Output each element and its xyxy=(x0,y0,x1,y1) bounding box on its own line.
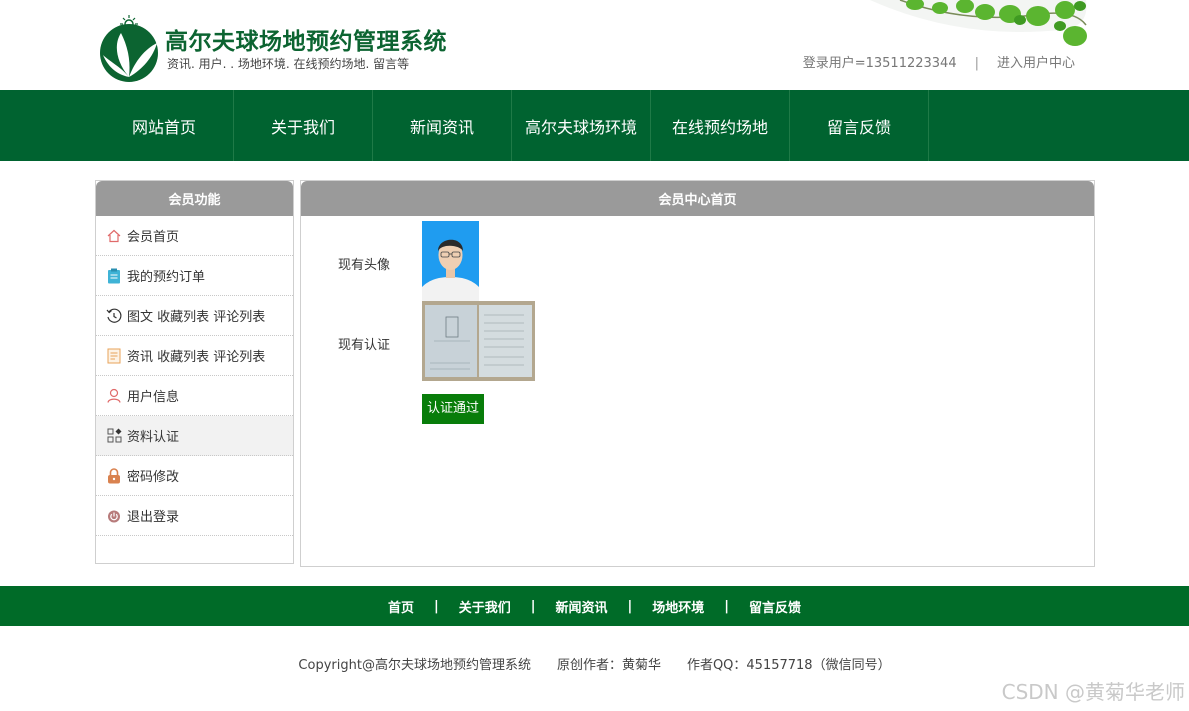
certificate-image xyxy=(422,301,535,381)
sidebar-item-image-favorites[interactable]: 图文 收藏列表 评论列表 xyxy=(96,296,293,336)
member-sidebar: 会员功能 会员首页 我的预约订单 图文 收藏列表 评论列表 资讯 收藏列表 评论… xyxy=(95,180,294,564)
sidebar-item-verification[interactable]: 资料认证 xyxy=(96,416,293,456)
sidebar-item-label: 资讯 收藏列表 评论列表 xyxy=(127,350,266,365)
nav-item-feedback[interactable]: 留言反馈 xyxy=(790,90,929,161)
sidebar-item-label: 密码修改 xyxy=(127,470,180,485)
main-nav: 网站首页 关于我们 新闻资讯 高尔夫球场环境 在线预约场地 留言反馈 xyxy=(0,90,1189,161)
sidebar-item-label: 图文 收藏列表 评论列表 xyxy=(127,310,266,325)
footer-link-news[interactable]: 新闻资讯 xyxy=(555,597,607,616)
sidebar-item-change-password[interactable]: 密码修改 xyxy=(96,456,293,496)
sidebar-item-label: 我的预约订单 xyxy=(127,270,206,285)
nav-item-news[interactable]: 新闻资讯 xyxy=(373,90,512,161)
site-title: 高尔夫球场地预约管理系统 xyxy=(165,29,447,55)
user-center-link[interactable]: 进入用户中心 xyxy=(997,56,1075,71)
sidebar-item-label: 会员首页 xyxy=(127,230,180,245)
userbar-separator: | xyxy=(974,56,979,71)
sidebar-item-user-info[interactable]: 用户信息 xyxy=(96,376,293,416)
footer-separator: | xyxy=(724,598,730,614)
grid-icon xyxy=(106,428,122,444)
site-subtitle: 资讯. 用户. . 场地环境. 在线预约场地. 留言等 xyxy=(167,57,410,71)
cert-label: 现有认证 xyxy=(338,338,391,353)
footer-link-environment[interactable]: 场地环境 xyxy=(652,597,704,616)
footer-separator: | xyxy=(433,598,439,614)
power-icon xyxy=(106,508,122,524)
sidebar-item-label: 退出登录 xyxy=(127,510,180,525)
document-icon xyxy=(106,348,122,364)
member-main-panel: 会员中心首页 现有头像 现有认证 认证通过 xyxy=(300,180,1095,567)
nav-item-booking[interactable]: 在线预约场地 xyxy=(651,90,790,161)
login-user-text: 登录用户=13511223344 xyxy=(802,56,957,71)
sidebar-item-logout[interactable]: 退出登录 xyxy=(96,496,293,536)
footer-separator: | xyxy=(627,598,633,614)
history-icon xyxy=(106,308,122,324)
main-panel-title: 会员中心首页 xyxy=(301,181,1094,216)
sidebar-item-member-home[interactable]: 会员首页 xyxy=(96,216,293,256)
lock-icon xyxy=(106,467,122,484)
footer-separator: | xyxy=(530,598,536,614)
copyright: Copyright@高尔夫球场地预约管理系统 原创作者：黄菊华 作者QQ：451… xyxy=(298,658,891,673)
footer-link-home[interactable]: 首页 xyxy=(388,597,414,616)
sidebar-title: 会员功能 xyxy=(96,181,293,216)
user-icon xyxy=(106,388,122,404)
avatar-label: 现有头像 xyxy=(338,258,391,273)
nav-item-environment[interactable]: 高尔夫球场环境 xyxy=(512,90,651,161)
userbar: 登录用户=13511223344 | 进入用户中心 xyxy=(803,52,1075,71)
sidebar-item-my-orders[interactable]: 我的预约订单 xyxy=(96,256,293,296)
logo-icon xyxy=(100,15,158,82)
sidebar-item-label: 资料认证 xyxy=(127,430,180,445)
footer-link-about[interactable]: 关于我们 xyxy=(459,597,511,616)
nav-item-about[interactable]: 关于我们 xyxy=(234,90,373,161)
verified-button[interactable]: 认证通过 xyxy=(422,394,485,424)
sidebar-item-label: 用户信息 xyxy=(127,390,180,405)
footer-link-feedback[interactable]: 留言反馈 xyxy=(749,597,801,616)
watermark: CSDN @黄菊华老师 xyxy=(1001,680,1185,704)
sidebar-item-news-favorites[interactable]: 资讯 收藏列表 评论列表 xyxy=(96,336,293,376)
leaves-decoration-icon xyxy=(870,0,1087,46)
nav-item-home[interactable]: 网站首页 xyxy=(95,90,234,161)
footer-nav: 首页 | 关于我们 | 新闻资讯 | 场地环境 | 留言反馈 xyxy=(0,586,1189,626)
header: 高尔夫球场地预约管理系统 资讯. 用户. . 场地环境. 在线预约场地. 留言等… xyxy=(0,0,1189,90)
home-icon xyxy=(106,228,122,244)
clipboard-icon xyxy=(106,268,122,284)
avatar-image xyxy=(422,221,479,301)
